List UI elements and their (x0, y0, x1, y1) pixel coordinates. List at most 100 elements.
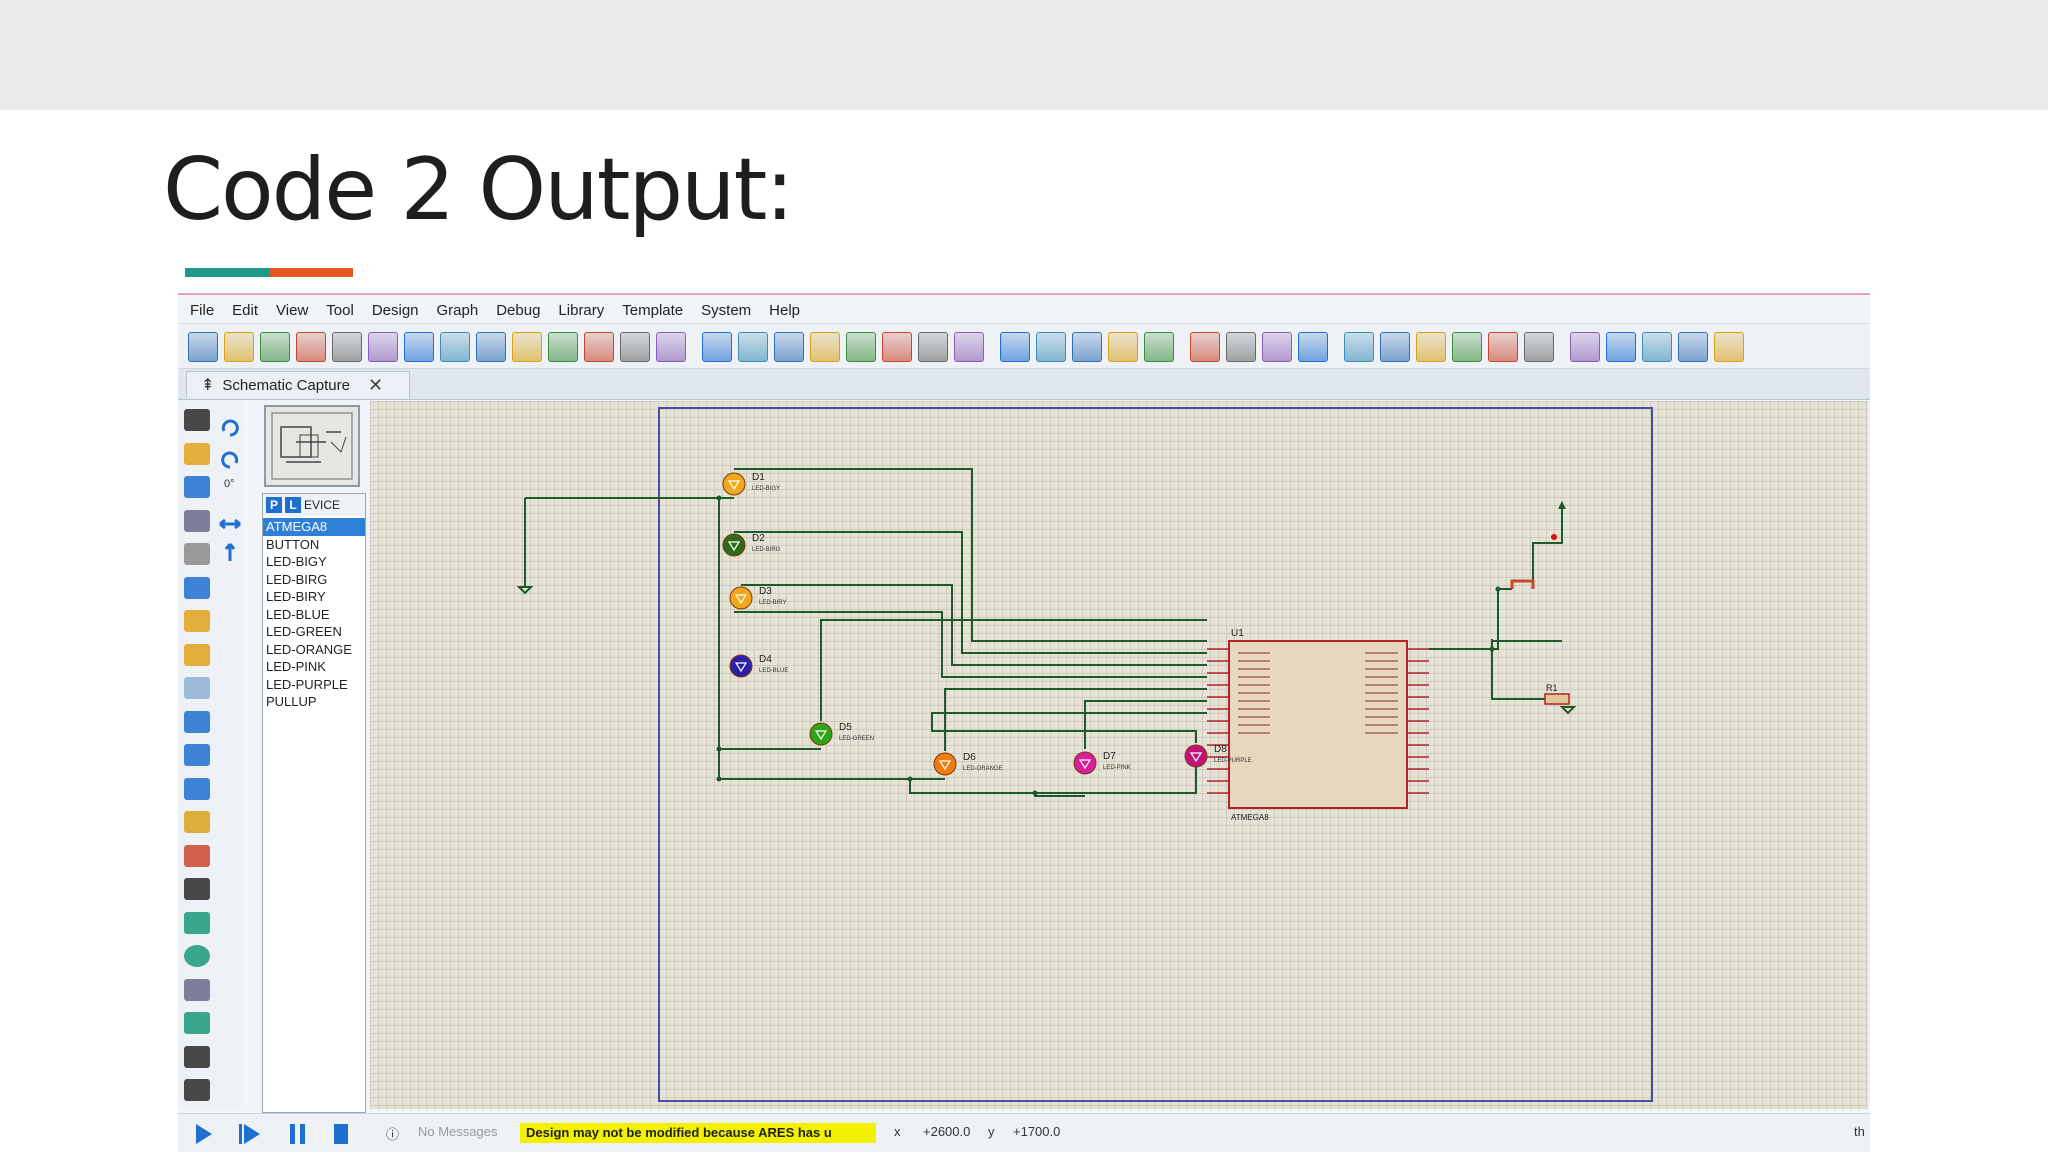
wire-autorouter-icon[interactable] (1488, 332, 1518, 362)
menu-graph[interactable]: Graph (437, 302, 479, 319)
make-device-icon[interactable] (1380, 332, 1410, 362)
zoom-in-icon[interactable] (846, 332, 876, 362)
home-icon[interactable] (332, 332, 362, 362)
generator-icon[interactable] (184, 777, 210, 800)
menu-edit[interactable]: Edit (232, 302, 258, 319)
property-assignment-icon[interactable] (1570, 332, 1600, 362)
tab-schematic-capture[interactable]: ⇞ Schematic Capture ✕ (186, 371, 410, 398)
tape-recorder-icon[interactable] (184, 744, 210, 766)
device-list-item[interactable]: LED-BIGY (263, 553, 365, 571)
arc-icon[interactable] (184, 978, 210, 1001)
led-led-birg[interactable] (722, 533, 746, 557)
zoom-area-icon[interactable] (954, 332, 984, 362)
menu-tool[interactable]: Tool (326, 302, 354, 319)
save-icon[interactable] (260, 332, 290, 362)
new-sheet-icon[interactable] (1606, 332, 1636, 362)
block-delete-icon[interactable] (1298, 332, 1328, 362)
paste-icon[interactable] (1144, 332, 1174, 362)
refresh-icon[interactable] (702, 332, 732, 362)
menu-design[interactable]: Design (372, 302, 419, 319)
messages-status[interactable]: No Messages (418, 1124, 497, 1139)
menu-view[interactable]: View (276, 302, 308, 319)
chip-icon[interactable] (404, 332, 434, 362)
led-led-blue[interactable] (729, 654, 753, 678)
pushbutton[interactable] (1510, 579, 1535, 589)
path-icon[interactable] (184, 1012, 210, 1034)
resistor[interactable] (1544, 693, 1570, 705)
led-led-orange[interactable] (933, 752, 957, 776)
box-icon[interactable] (184, 911, 210, 934)
device-list-item[interactable]: LED-BIRY (263, 588, 365, 606)
wire-label-icon[interactable] (184, 509, 210, 532)
menu-system[interactable]: System (701, 302, 751, 319)
text-script-icon[interactable] (184, 543, 210, 565)
text-icon[interactable] (184, 1045, 210, 1068)
menu-library[interactable]: Library (558, 302, 604, 319)
pick-parts-icon[interactable] (1344, 332, 1374, 362)
selection-icon[interactable] (184, 409, 210, 431)
overview-preview[interactable] (264, 405, 360, 487)
buses-icon[interactable] (184, 576, 210, 599)
block-copy-icon[interactable] (1190, 332, 1220, 362)
block-move-icon[interactable] (1226, 332, 1256, 362)
library-manager-button[interactable]: L (285, 497, 301, 513)
symbol-icon[interactable] (184, 1079, 210, 1101)
netlist-icon[interactable] (584, 332, 614, 362)
component-mode-icon[interactable] (184, 442, 210, 465)
package-tool-icon[interactable] (1416, 332, 1446, 362)
pan-icon[interactable] (810, 332, 840, 362)
device-list-item[interactable]: LED-PURPLE (263, 676, 365, 694)
led-led-bigy[interactable] (722, 472, 746, 496)
menu-debug[interactable]: Debug (496, 302, 540, 319)
current-probe-icon[interactable] (184, 844, 210, 867)
pick-devices-button[interactable]: P (266, 497, 282, 513)
device-pin-icon[interactable] (184, 677, 210, 699)
device-list-item[interactable]: LED-GREEN (263, 623, 365, 641)
grid-icon[interactable] (738, 332, 768, 362)
led-led-green[interactable] (809, 722, 833, 746)
battery-icon[interactable] (512, 332, 542, 362)
power-terminal[interactable] (1558, 501, 1566, 509)
search-tag-icon[interactable] (1524, 332, 1554, 362)
led-led-purple[interactable] (1184, 744, 1208, 768)
zoom-out-icon[interactable] (882, 332, 912, 362)
graph-icon[interactable] (184, 710, 210, 733)
menu-help[interactable]: Help (769, 302, 800, 319)
device-list-item[interactable]: LED-ORANGE (263, 641, 365, 659)
close-icon[interactable]: ✕ (368, 375, 383, 396)
ground-terminal[interactable] (516, 586, 534, 595)
device-list-item[interactable]: LED-PINK (263, 658, 365, 676)
bill-of-materials-icon[interactable] (548, 332, 578, 362)
led-led-pink[interactable] (1073, 751, 1097, 775)
document-icon[interactable] (620, 332, 650, 362)
edit-icon[interactable] (1714, 332, 1744, 362)
schematic-drawing[interactable]: U1 ATMEGA8 R1 D1 LED-BIGY D2 LED-BIRG D3 LED-BIR… (370, 401, 1868, 1109)
decompose-icon[interactable] (1452, 332, 1482, 362)
block-rotate-icon[interactable] (1262, 332, 1292, 362)
back-icon[interactable] (440, 332, 470, 362)
device-list-item[interactable]: LED-BLUE (263, 606, 365, 624)
subcircuit-icon[interactable] (184, 610, 210, 632)
open-folder-icon[interactable] (224, 332, 254, 362)
led-led-biry[interactable] (729, 586, 753, 610)
origin-icon[interactable] (774, 332, 804, 362)
help-icon[interactable] (656, 332, 686, 362)
voltage-probe-icon[interactable] (184, 811, 210, 833)
menu-template[interactable]: Template (622, 302, 683, 319)
ground-terminal[interactable] (1559, 706, 1577, 715)
copy-icon[interactable] (1108, 332, 1138, 362)
import-icon[interactable] (296, 332, 326, 362)
menu-file[interactable]: File (190, 302, 214, 319)
cut-icon[interactable] (1072, 332, 1102, 362)
goto-sheet-icon[interactable] (1678, 332, 1708, 362)
device-list-item[interactable]: LED-BIRG (263, 571, 365, 589)
terminal-icon[interactable] (184, 643, 210, 666)
new-file-icon[interactable] (188, 332, 218, 362)
search-icon[interactable] (476, 332, 506, 362)
circle-icon[interactable] (184, 945, 210, 967)
component-icon[interactable] (368, 332, 398, 362)
device-list-item[interactable]: BUTTON (263, 536, 365, 554)
delete-sheet-icon[interactable] (1642, 332, 1672, 362)
device-list-item[interactable]: ATMEGA8 (263, 518, 365, 536)
schematic-canvas[interactable]: U1 ATMEGA8 R1 D1 LED-BIGY D2 LED-BIRG D3 LED-BIR… (370, 401, 1868, 1109)
